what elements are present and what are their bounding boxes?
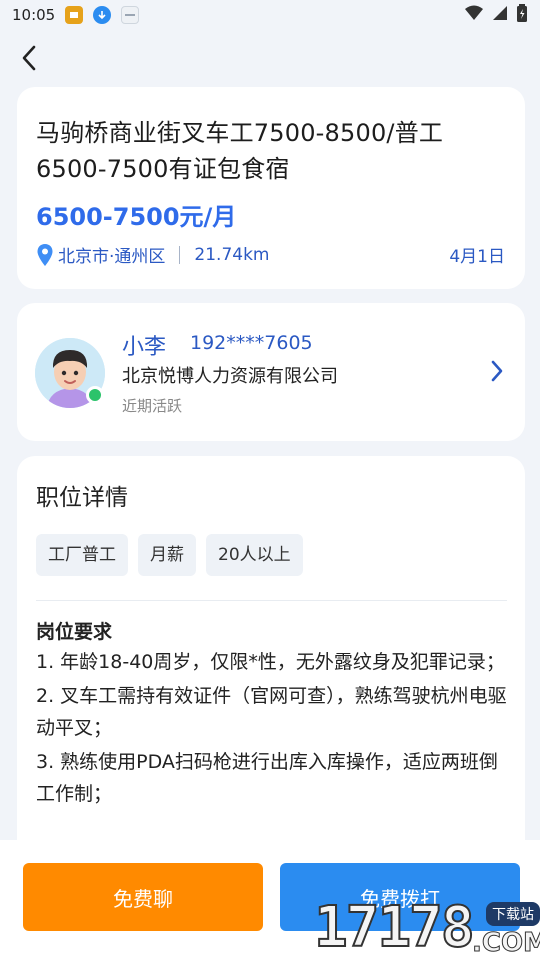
chevron-right-icon	[491, 360, 503, 382]
recruiter-name: 小李	[122, 335, 167, 360]
recruiter-phone: 192****7605	[190, 332, 313, 354]
job-salary: 6500-7500元/月	[36, 203, 237, 231]
tag-item: 工厂普工	[36, 534, 128, 576]
requirement-item: 3. 熟练使用PDA扫码枪进行出库入库操作，适应两班倒工作制；	[36, 751, 498, 805]
section-title: 职位详情	[36, 485, 128, 511]
signal-icon	[492, 5, 508, 25]
job-distance: 21.74km	[194, 244, 270, 265]
chevron-left-icon	[22, 45, 36, 71]
site-watermark: 17178 .COM 下载站	[313, 895, 540, 960]
requirement-item: 1. 年龄18-40周岁，仅限*性，无外露纹身及犯罪记录；	[36, 651, 505, 673]
divider	[36, 600, 507, 601]
download-icon	[93, 6, 112, 24]
tag-item: 20人以上	[206, 534, 303, 576]
company-name: 北京悦博人力资源有限公司	[122, 366, 338, 387]
job-summary-card: 马驹桥商业街叉车工7500-8500/普工6500-7500有证包食宿 6500…	[17, 87, 525, 289]
battery-icon	[516, 4, 528, 26]
activity-status: 近期活跃	[122, 397, 183, 415]
back-button[interactable]	[14, 42, 44, 74]
free-chat-button[interactable]: 免费聊	[23, 863, 263, 931]
tag-list: 工厂普工 月薪 20人以上	[36, 534, 507, 576]
status-right	[464, 4, 528, 26]
watermark-tag: 下载站	[486, 902, 540, 926]
meta-divider	[179, 245, 181, 264]
job-meta: 北京市·通州区 21.74km 4月1日	[36, 242, 505, 267]
watermark-suffix: .COM	[472, 928, 540, 959]
recruiter-card[interactable]: 小李 192****7605 北京悦博人力资源有限公司 近期活跃	[17, 303, 525, 441]
requirements-title: 岗位要求	[36, 621, 113, 643]
status-time: 10:05	[12, 6, 56, 24]
notification-app-icon	[65, 6, 84, 24]
wifi-icon	[464, 5, 484, 25]
location-pin-icon	[37, 243, 53, 266]
requirement-item: 2. 叉车工需持有效证件（官网可查），熟练驾驶杭州电驱动平叉；	[36, 685, 507, 739]
status-bar: 10:05	[0, 0, 540, 30]
job-location: 北京市·通州区	[58, 247, 166, 267]
job-date: 4月1日	[449, 247, 505, 267]
job-title: 马驹桥商业街叉车工7500-8500/普工6500-7500有证包食宿	[36, 119, 444, 183]
watermark-digits: 17178	[313, 895, 476, 960]
online-indicator	[86, 386, 104, 404]
tag-item: 月薪	[138, 534, 196, 576]
app-badge-icon	[121, 6, 140, 24]
